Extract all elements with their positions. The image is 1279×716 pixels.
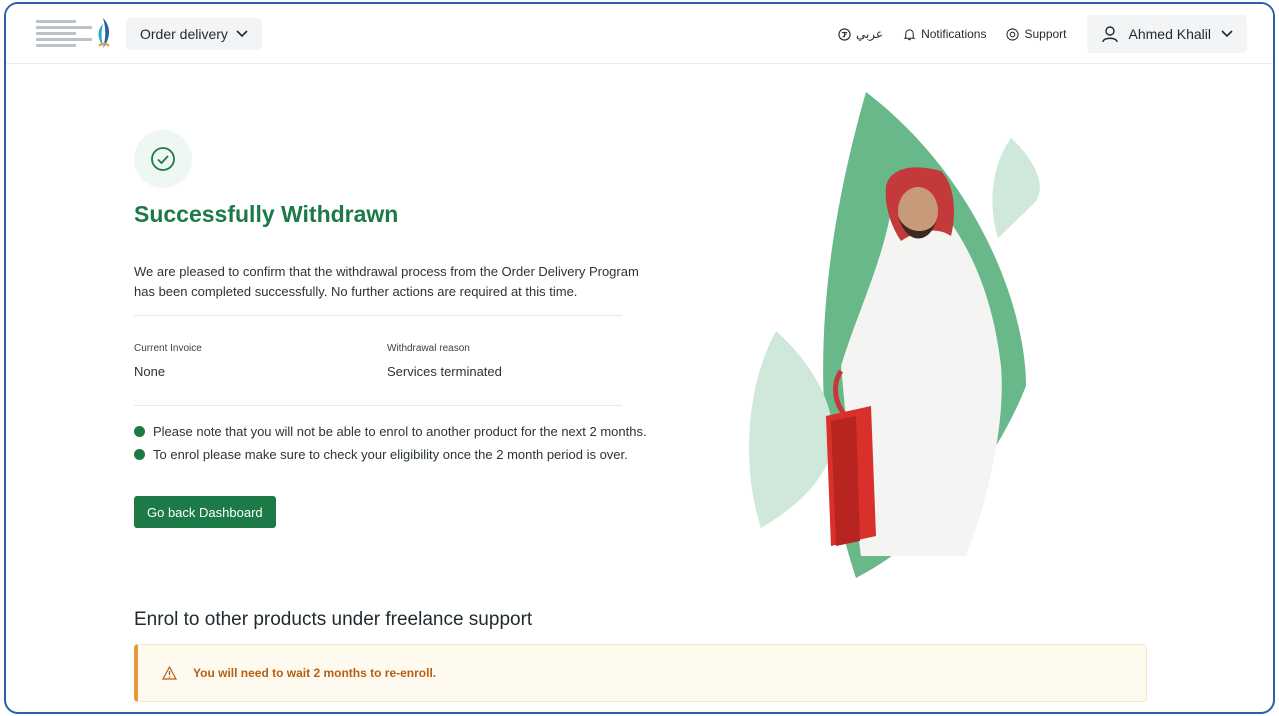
bell-icon [903, 28, 916, 40]
bullet-dot-icon [134, 449, 145, 460]
success-icon-badge [134, 130, 192, 188]
user-menu-button[interactable]: Ahmed Khalil [1086, 15, 1247, 53]
top-header: Order delivery عربي Notifications Suppor… [6, 4, 1273, 64]
note-item: Please note that you will not be able to… [134, 424, 647, 439]
hero-leaf-left [749, 331, 833, 528]
note-item: To enrol please make sure to check your … [134, 447, 628, 462]
warning-alert: You will need to wait 2 months to re-enr… [134, 644, 1147, 702]
current-invoice-value: None [134, 364, 166, 379]
user-name: Ahmed Khalil [1128, 26, 1212, 42]
support-icon [1006, 27, 1020, 41]
confirmation-description: We are pleased to confirm that the withd… [134, 264, 639, 299]
user-icon [1101, 26, 1118, 43]
chevron-down-icon [1221, 30, 1233, 38]
bullet-dot-icon [134, 426, 145, 437]
hero-illustration [749, 92, 1040, 578]
notifications-link[interactable]: Notifications [903, 27, 986, 41]
support-link[interactable]: Support [1006, 27, 1067, 41]
logo-mark-icon [98, 18, 110, 48]
divider [134, 405, 622, 406]
divider [134, 315, 622, 316]
language-label: عربي [855, 27, 884, 41]
hero-leaf-top [992, 138, 1040, 238]
warning-triangle-icon [162, 666, 177, 680]
withdrawal-reason-value: Services terminated [387, 364, 502, 379]
translate-icon [838, 27, 851, 41]
header-actions: عربي Notifications Support Ahmed Khalil [838, 15, 1247, 53]
product-menu-label: Order delivery [140, 26, 228, 42]
page-title: Successfully Withdrawn [134, 201, 399, 227]
check-circle-icon [151, 147, 175, 171]
hrdf-logo[interactable] [36, 16, 112, 52]
current-invoice-label: Current Invoice [134, 343, 202, 354]
withdrawal-reason-label: Withdrawal reason [387, 343, 470, 354]
product-menu-dropdown[interactable]: Order delivery [126, 18, 262, 50]
section-title: Enrol to other products under freelance … [134, 609, 533, 630]
logo-wordmark [36, 20, 92, 50]
alert-text: You will need to wait 2 months to re-enr… [193, 666, 437, 680]
note-text: Please note that you will not be able to… [153, 424, 647, 439]
language-switch[interactable]: عربي [838, 27, 883, 41]
note-text: To enrol please make sure to check your … [153, 447, 628, 462]
go-back-dashboard-button[interactable]: Go back Dashboard [134, 496, 276, 528]
notifications-label: Notifications [921, 27, 987, 41]
app-window: Order delivery عربي Notifications Suppor… [4, 2, 1275, 714]
chevron-down-icon [236, 30, 248, 38]
support-label: Support [1024, 27, 1067, 41]
